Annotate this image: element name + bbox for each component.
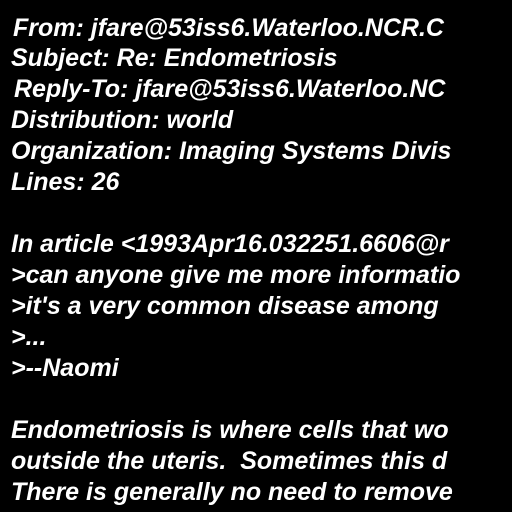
body-paragraph-line: Endometriosis is where cells that wo xyxy=(11,416,449,444)
header-subject: Subject: Re: Endometriosis xyxy=(11,44,338,72)
header-reply-to: Reply-To: jfare@53iss6.Waterloo.NC xyxy=(14,75,446,103)
body-paragraph-line: There is generally no need to remove xyxy=(11,478,453,506)
header-from: From: jfare@53iss6.Waterloo.NCR.C xyxy=(13,14,444,42)
body-quote-signature: >--Naomi xyxy=(11,354,119,382)
body-quote-line: >can anyone give me more informatio xyxy=(11,261,461,289)
body-paragraph-line: outside the uteris. Sometimes this d xyxy=(11,447,448,475)
header-lines: Lines: 26 xyxy=(11,168,120,196)
header-distribution: Distribution: world xyxy=(11,106,234,134)
body-attribution: In article <1993Apr16.032251.6606@r xyxy=(11,230,449,258)
body-quote-line: >... xyxy=(11,323,47,351)
email-document: From: jfare@53iss6.Waterloo.NCR.C Subjec… xyxy=(0,0,512,512)
body-quote-line: >it's a very common disease among xyxy=(11,292,439,320)
header-organization: Organization: Imaging Systems Divis xyxy=(11,137,452,165)
